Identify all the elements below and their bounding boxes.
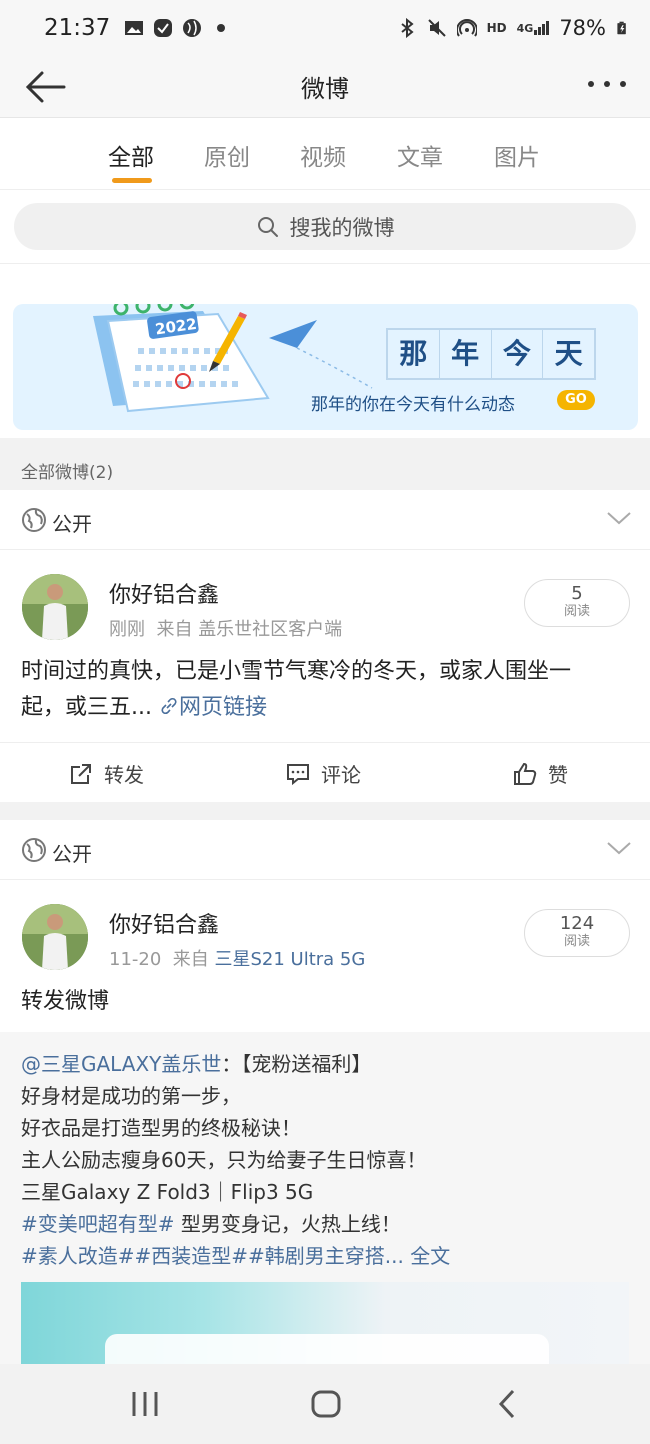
status-time: 21:37 [44, 15, 111, 41]
more-icon[interactable] [586, 74, 628, 94]
thumbs-up-icon [514, 762, 537, 785]
check-app-icon [154, 19, 173, 37]
paper-plane-icon [269, 320, 373, 389]
mention-link[interactable]: @三星GALAXY盖乐世 [21, 1052, 221, 1076]
search-input[interactable]: 搜我的微博 [14, 203, 636, 250]
status-bar: 21:37 HD 4G 78% [0, 0, 650, 56]
battery-icon [617, 21, 626, 35]
section-title: 全部微博(2) [21, 463, 114, 483]
globe-app-icon [183, 19, 202, 37]
post-card: 你好铝合鑫 11-20 来自 三星S21 Ultra 5G 124 阅读 转发微… [0, 880, 650, 1032]
tab-images[interactable]: 图片 [494, 138, 540, 172]
comment-icon [287, 763, 309, 785]
page-title: 微博 [301, 75, 349, 103]
home-icon[interactable] [309, 1386, 343, 1422]
share-icon [71, 763, 91, 784]
tab-video[interactable]: 视频 [300, 138, 346, 172]
visibility-row[interactable]: 公开 [0, 490, 650, 550]
like-button[interactable]: 赞 [512, 759, 568, 788]
tab-article[interactable]: 文章 [397, 138, 443, 172]
post-source: 盖乐世社区客户端 [198, 619, 343, 640]
globe-icon [22, 838, 46, 862]
visibility-row[interactable]: 公开 [0, 820, 650, 880]
reads-badge[interactable]: 5 阅读 [524, 579, 630, 627]
topic-link[interactable]: #素人改造##西装造型##韩剧男主穿搭... [21, 1244, 404, 1268]
link-icon [161, 697, 177, 715]
web-link[interactable]: 网页链接 [159, 695, 267, 720]
retweet-headline: @三星GALAXY盖乐世：【宠粉送福利】 [21, 1052, 372, 1076]
post-meta: 11-20 来自 三星S21 Ultra 5G [109, 949, 366, 970]
post-separator [0, 802, 650, 820]
banner-subtitle: 那年的你在今天有什么动态 [311, 395, 515, 415]
retweet-line: 主人公励志瘦身60天，只为给妻子生日惊喜！ [21, 1148, 427, 1172]
bluetooth-icon [400, 18, 414, 38]
search-placeholder: 搜我的微博 [289, 215, 395, 240]
retweet-line: 好身材是成功的第一步， [21, 1084, 241, 1108]
tab-all[interactable]: 全部 [108, 138, 154, 172]
author-name[interactable]: 你好铝合鑫 [109, 907, 219, 939]
retweeted-post[interactable]: @三星GALAXY盖乐世：【宠粉送福利】 好身材是成功的第一步， 好衣品是打造型… [0, 1032, 650, 1364]
recent-apps-icon[interactable] [130, 1386, 160, 1422]
on-this-day-banner[interactable]: 2022 那 年 今 天 那年的你在今天有什么动态 GO [13, 304, 638, 430]
visibility-label: 公开 [52, 512, 92, 536]
search-section: 搜我的微博 [0, 190, 650, 264]
repost-button[interactable]: 转发 [68, 759, 144, 788]
banner-title: 那 年 今 天 [386, 328, 596, 380]
mute-icon [427, 19, 446, 37]
avatar[interactable] [22, 904, 88, 970]
post-source[interactable]: 三星S21 Ultra 5G [215, 949, 366, 970]
retweet-topics: #素人改造##西装造型##韩剧男主穿搭... 全文 [21, 1240, 450, 1269]
post-meta: 刚刚 来自 盖乐世社区客户端 [109, 619, 343, 640]
battery-percent: 78% [559, 16, 606, 40]
tab-original[interactable]: 原创 [204, 138, 250, 172]
globe-icon [22, 508, 46, 532]
dot-icon [217, 24, 226, 32]
calendar-illustration: 2022 [93, 304, 270, 413]
search-icon [257, 216, 278, 237]
filter-tabs: 全部 原创 视频 文章 图片 [0, 118, 650, 190]
banner-area: 2022 那 年 今 天 那年的你在今天有什么动态 GO [0, 264, 650, 438]
retweet-line: #变美吧超有型# 型男变身记，火热上线！ [21, 1212, 401, 1236]
4g-signal-icon: 4G [517, 21, 550, 35]
section-header: 全部微博(2) [0, 438, 650, 490]
author-name[interactable]: 你好铝合鑫 [109, 577, 219, 609]
visibility-label: 公开 [52, 842, 92, 866]
system-nav-bar [0, 1364, 650, 1444]
retweet-image[interactable] [21, 1282, 629, 1364]
post-text: 转发微博 [21, 989, 110, 1014]
post-actions: 转发 评论 赞 [0, 742, 650, 802]
gallery-icon [125, 21, 144, 35]
comment-button[interactable]: 评论 [285, 759, 361, 788]
nav-bar: 微博 [0, 56, 650, 118]
post-text: 时间过的真快，已是小雪节气寒冷的冬天，或家人围坐一 起，或三五... 网页链接 [21, 659, 572, 720]
retweet-line: 好衣品是打造型男的终极秘诀！ [21, 1116, 301, 1140]
hd-icon: HD [486, 21, 507, 35]
retweet-line: 三星Galaxy Z Fold3｜Flip3 5G [21, 1180, 314, 1204]
chevron-down-icon[interactable] [606, 840, 632, 856]
active-tab-indicator [112, 178, 152, 183]
full-text-link[interactable]: 全文 [404, 1244, 450, 1268]
hotspot-icon [456, 19, 477, 37]
chevron-down-icon[interactable] [606, 510, 632, 526]
topic-link[interactable]: #变美吧超有型# [21, 1212, 175, 1236]
avatar[interactable] [22, 574, 88, 640]
banner-go-button[interactable]: GO [557, 390, 595, 410]
reads-badge[interactable]: 124 阅读 [524, 909, 630, 957]
system-back-icon[interactable] [494, 1386, 520, 1422]
